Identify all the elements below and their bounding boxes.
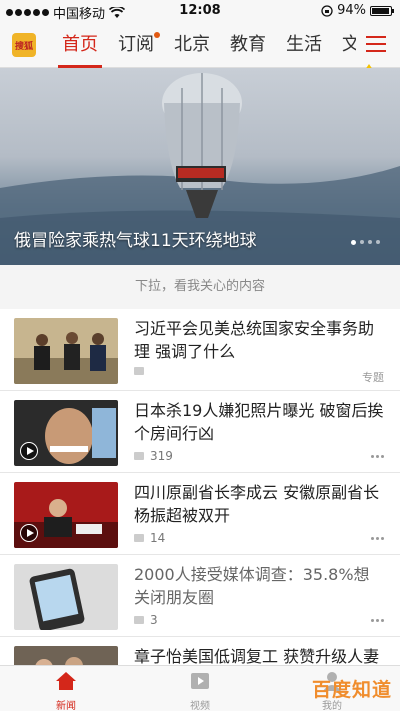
- news-item[interactable]: 章子怡美国低调复工 获赞升级人妻依旧少女: [0, 637, 400, 665]
- news-title: 章子怡美国低调复工 获赞升级人妻依旧少女: [134, 647, 380, 665]
- tab-education[interactable]: 教育: [220, 22, 276, 68]
- tab-news-label: 新闻: [56, 701, 76, 711]
- news-thumbnail: [14, 646, 118, 665]
- more-icon[interactable]: [371, 619, 384, 622]
- news-item[interactable]: 日本杀19人嫌犯照片曝光 破窗后挨个房间行凶 319: [0, 391, 400, 473]
- news-title: 2000人接受媒体调查：35.8%想关闭朋友圈: [134, 565, 370, 607]
- topic-tag: 专题: [362, 371, 384, 384]
- news-feed: 下拉，看我关心的内容 习近平会见美总统国家安全事务助理 强调了什么 专题 日本杀…: [0, 265, 400, 665]
- baidu-zhidao-watermark: 百度知道: [311, 679, 392, 701]
- hero-title: 俄冒险家乘热气球11天环绕地球: [14, 231, 257, 251]
- home-icon: [56, 672, 76, 690]
- comment-icon: [134, 534, 144, 542]
- bottom-tab-bar: 新闻 视频 我的 百度知道: [0, 665, 400, 711]
- news-item[interactable]: 习近平会见美总统国家安全事务助理 强调了什么 专题: [0, 309, 400, 391]
- comment-count: 14: [150, 531, 166, 545]
- news-title: 日本杀19人嫌犯照片曝光 破窗后挨个房间行凶: [134, 401, 384, 443]
- tab-beijing[interactable]: 北京: [164, 22, 220, 68]
- tab-news[interactable]: 新闻: [36, 670, 96, 711]
- comment-icon: [134, 452, 144, 460]
- tab-video[interactable]: 视频: [170, 670, 230, 711]
- tab-subscribe[interactable]: 订阅: [108, 22, 164, 68]
- news-meta: 14: [134, 531, 165, 545]
- news-title: 四川原副省长李成云 安徽原副省长杨振超被双开: [134, 483, 380, 525]
- comment-icon: [134, 367, 144, 375]
- news-item[interactable]: 四川原副省长李成云 安徽原副省长杨振超被双开 14: [0, 473, 400, 555]
- battery-status: 94%: [321, 3, 394, 18]
- video-icon: [191, 673, 209, 689]
- news-meta: 3: [134, 613, 158, 627]
- news-thumbnail: [14, 318, 118, 384]
- news-title: 习近平会见美总统国家安全事务助理 强调了什么: [134, 319, 375, 361]
- tab-life[interactable]: 生活: [276, 22, 332, 68]
- news-thumbnail: [14, 564, 118, 630]
- news-meta: 319: [134, 449, 173, 463]
- news-item[interactable]: 2000人接受媒体调查：35.8%想关闭朋友圈 3: [0, 555, 400, 637]
- battery-icon: [370, 5, 394, 16]
- news-meta: [134, 367, 144, 375]
- channel-tabs: 首页 订阅 北京 教育 生活 文化: [52, 22, 356, 68]
- play-icon: [20, 524, 38, 542]
- channel-nav: 搜狐 首页 订阅 北京 教育 生活 文化: [0, 22, 400, 68]
- rotation-lock-icon: [321, 4, 333, 17]
- sohu-logo[interactable]: 搜狐: [12, 33, 36, 57]
- carousel-indicator: [351, 240, 380, 245]
- play-icon: [20, 442, 38, 460]
- pull-hint: 下拉，看我关心的内容: [0, 265, 400, 309]
- comment-icon: [134, 616, 144, 624]
- new-badge: [154, 32, 160, 38]
- more-icon[interactable]: [371, 537, 384, 540]
- status-bar: 中国移动 12:08 94%: [0, 0, 400, 22]
- comment-count: 319: [150, 449, 173, 463]
- tab-culture[interactable]: 文化: [332, 22, 356, 68]
- more-icon[interactable]: [371, 455, 384, 458]
- tab-video-label: 视频: [190, 701, 210, 711]
- menu-icon[interactable]: [366, 36, 386, 54]
- tab-home[interactable]: 首页: [52, 22, 108, 68]
- hero-carousel[interactable]: 俄冒险家乘热气球11天环绕地球: [0, 68, 400, 265]
- battery-percent: 94%: [337, 3, 366, 18]
- comment-count: 3: [150, 613, 158, 627]
